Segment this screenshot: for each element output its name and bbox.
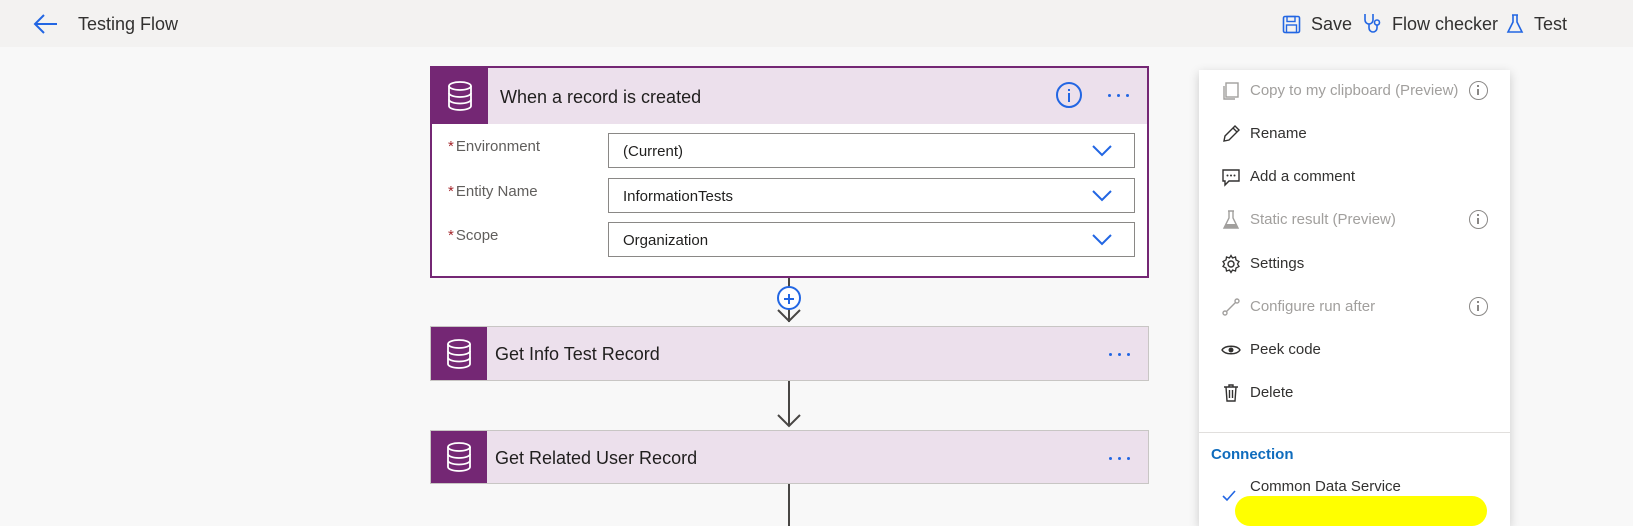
database-icon — [431, 327, 487, 380]
more-options-icon[interactable] — [1106, 83, 1136, 107]
info-icon[interactable] — [1469, 297, 1488, 316]
environment-dropdown[interactable]: (Current) — [608, 133, 1135, 168]
connector-line — [788, 484, 790, 526]
menu-item-add-comment[interactable]: Add a comment — [1199, 157, 1510, 195]
menu-item-delete[interactable]: Delete — [1199, 373, 1510, 411]
test-label: Test — [1534, 13, 1568, 34]
arrow-down-icon — [777, 309, 801, 323]
environment-value: (Current) — [623, 143, 684, 160]
scope-dropdown[interactable]: Organization — [608, 222, 1135, 257]
info-icon[interactable] — [1469, 81, 1488, 100]
more-options-icon[interactable] — [1107, 342, 1137, 366]
scope-value: Organization — [623, 232, 709, 249]
chevron-down-icon — [1092, 145, 1112, 157]
eye-icon — [1221, 345, 1241, 355]
menu-item-peek-code[interactable]: Peek code — [1199, 330, 1510, 368]
chevron-down-icon — [1092, 190, 1112, 202]
redaction-highlight — [1235, 496, 1487, 526]
chevron-down-icon — [1092, 234, 1112, 246]
entity-name-dropdown[interactable]: InformationTests — [608, 178, 1135, 213]
comment-icon — [1222, 169, 1240, 187]
flow-title: Testing Flow — [78, 14, 179, 34]
pencil-icon — [1223, 125, 1240, 142]
entity-name-value: InformationTests — [623, 188, 734, 205]
action-title: Get Info Test Record — [495, 344, 660, 364]
copy-icon — [1223, 82, 1239, 100]
database-icon — [431, 431, 487, 483]
scope-label: * Scope — [448, 227, 499, 244]
menu-item-static-result[interactable]: Static result (Preview) — [1199, 200, 1510, 238]
action-card-get-related-user-record[interactable]: Get Related User Record — [430, 430, 1149, 484]
context-menu: Copy to my clipboard (Preview) Rename Ad… — [1199, 70, 1510, 526]
trigger-card: When a record is created * Environment (C… — [430, 66, 1149, 278]
beaker-icon — [1222, 210, 1240, 229]
checkmark-icon — [1222, 490, 1236, 502]
info-icon[interactable] — [1469, 210, 1488, 229]
connection-heading: Connection — [1211, 446, 1294, 463]
command-bar: Testing Flow Save Flow checker Test — [0, 0, 1633, 47]
menu-item-rename[interactable]: Rename — [1199, 114, 1510, 152]
save-button[interactable]: Save — [1282, 11, 1352, 37]
save-icon — [1282, 15, 1301, 33]
back-arrow-icon[interactable] — [33, 12, 59, 36]
action-card-get-info-test-record[interactable]: Get Info Test Record — [430, 326, 1149, 381]
trigger-title: When a record is created — [500, 87, 702, 107]
save-label: Save — [1311, 13, 1353, 34]
menu-divider — [1199, 432, 1510, 433]
environment-label: * Environment — [448, 138, 541, 155]
stethoscope-icon — [1364, 14, 1381, 33]
menu-item-copy-to-clipboard[interactable]: Copy to my clipboard (Preview) — [1199, 71, 1510, 109]
trigger-card-body: * Environment (Current) * Entity Name Info… — [432, 124, 1147, 276]
trash-icon — [1224, 384, 1238, 402]
flow-checker-label: Flow checker — [1392, 13, 1499, 34]
gear-icon — [1222, 254, 1240, 274]
run-after-icon — [1222, 298, 1240, 316]
info-icon[interactable] — [1056, 82, 1082, 108]
beaker-icon — [1506, 14, 1524, 33]
test-button[interactable]: Test — [1506, 11, 1567, 37]
database-icon — [432, 68, 488, 124]
connection-name[interactable]: Common Data Service — [1250, 478, 1401, 495]
arrow-down-icon — [777, 414, 801, 428]
menu-item-configure-run-after[interactable]: Configure run after — [1199, 287, 1510, 325]
add-step-icon[interactable] — [777, 286, 801, 310]
flow-checker-button[interactable]: Flow checker — [1362, 11, 1498, 37]
entity-name-label: * Entity Name — [448, 183, 538, 200]
more-options-icon[interactable] — [1107, 446, 1137, 470]
trigger-card-header[interactable]: When a record is created — [432, 68, 1147, 124]
menu-item-settings[interactable]: Settings — [1199, 244, 1510, 282]
action-title: Get Related User Record — [495, 448, 698, 468]
